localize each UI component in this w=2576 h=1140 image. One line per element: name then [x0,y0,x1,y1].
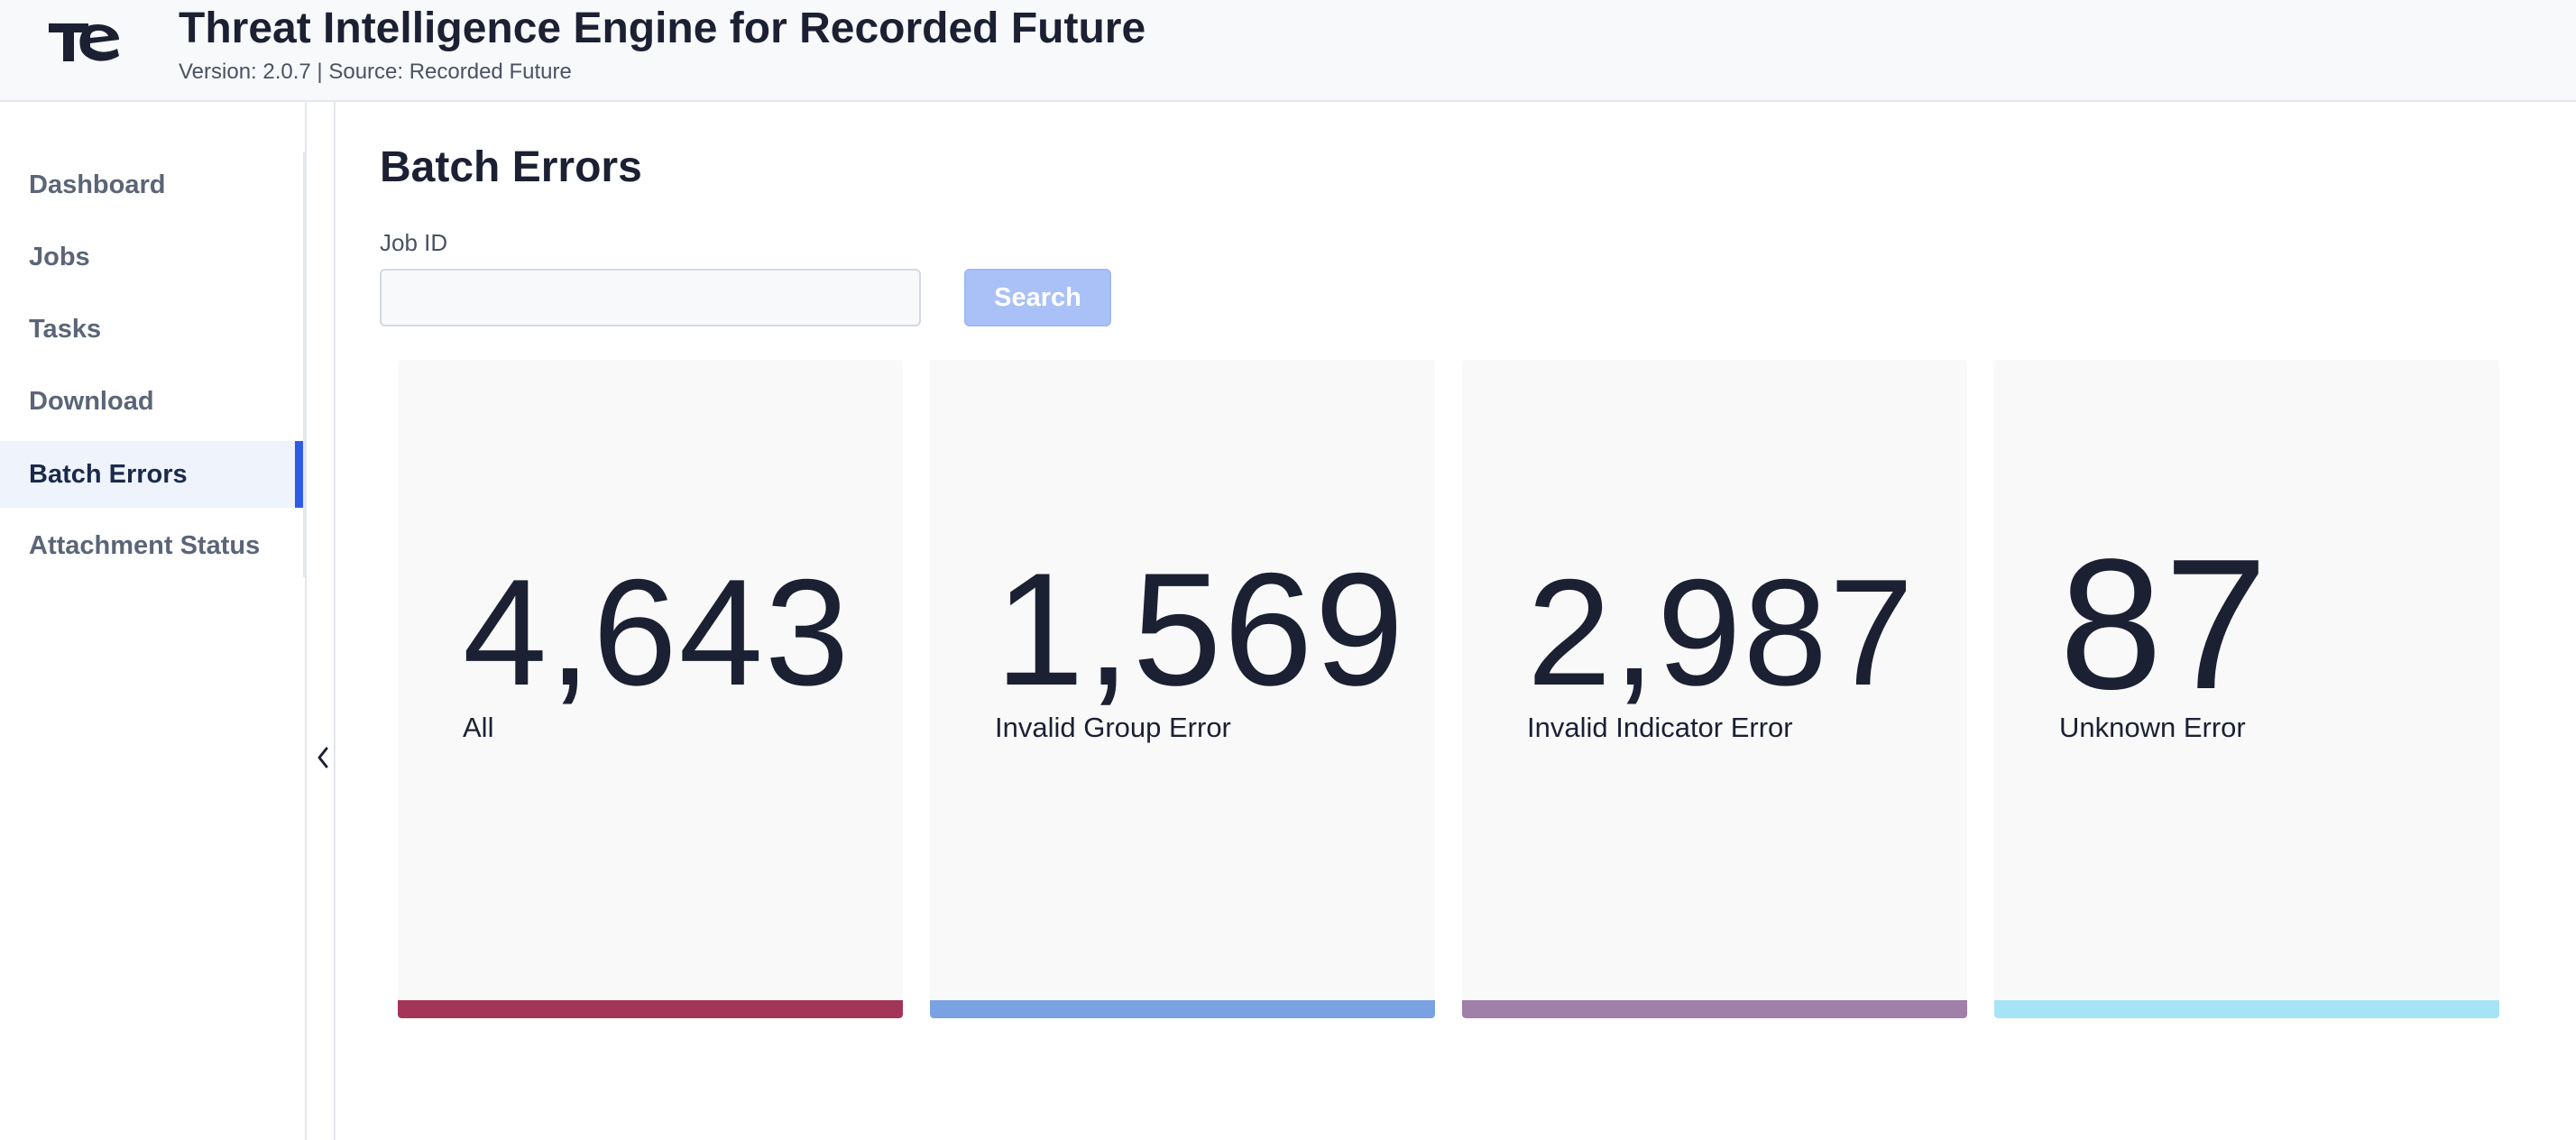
sidebar-item-label: Tasks [29,314,102,344]
sidebar-collapse-button[interactable] [312,740,334,776]
error-type-label: Invalid Group Error [995,712,1231,743]
app-subtitle: Version: 2.0.7 | Source: Recorded Future [179,60,572,84]
sidebar-item-label: Jobs [29,242,90,271]
error-count: 2,987 [1527,547,1916,717]
error-type-label: Unknown Error [2059,712,2246,743]
te-logo-icon [49,23,119,61]
card-color-bar [930,1000,1435,1018]
sidebar-item-label: Batch Errors [29,459,188,489]
main-divider [334,102,336,1140]
sidebar-item-label: Attachment Status [29,530,261,560]
sidebar-rail [303,152,306,577]
sidebar-item-batch-errors[interactable]: Batch Errors [0,441,303,508]
job-id-label: Job ID [380,229,448,256]
card-color-bar [1994,1000,2499,1018]
card-color-bar [398,1000,903,1018]
sidebar-item-dashboard[interactable]: Dashboard [0,152,303,218]
page-title: Batch Errors [380,143,642,191]
error-count: 4,643 [463,547,851,717]
sidebar: Dashboard Jobs Tasks Download Batch Erro… [0,102,307,1140]
error-count: 87 [2059,520,2270,728]
sidebar-item-jobs[interactable]: Jobs [0,224,303,290]
sidebar-item-tasks[interactable]: Tasks [0,296,303,363]
search-button[interactable]: Search [964,269,1111,326]
sidebar-item-download[interactable]: Download [0,368,303,435]
app-header: Threat Intelligence Engine for Recorded … [0,0,2576,102]
error-card-unknown[interactable]: 87 Unknown Error [1994,360,2499,1018]
app-title: Threat Intelligence Engine for Recorded … [179,5,1146,52]
error-type-label: Invalid Indicator Error [1527,712,1793,743]
card-color-bar [1462,1000,1967,1018]
error-card-all[interactable]: 4,643 All [398,360,903,1018]
chevron-left-icon [317,747,328,768]
job-id-input[interactable] [380,269,921,326]
error-card-invalid-group[interactable]: 1,569 Invalid Group Error [930,360,1435,1018]
error-card-invalid-indicator[interactable]: 2,987 Invalid Indicator Error [1462,360,1967,1018]
error-type-label: All [463,712,494,743]
error-count: 1,569 [995,539,1406,719]
sidebar-item-label: Dashboard [29,170,166,199]
sidebar-item-attachment-status[interactable]: Attachment Status [0,512,303,579]
sidebar-item-label: Download [29,386,154,416]
